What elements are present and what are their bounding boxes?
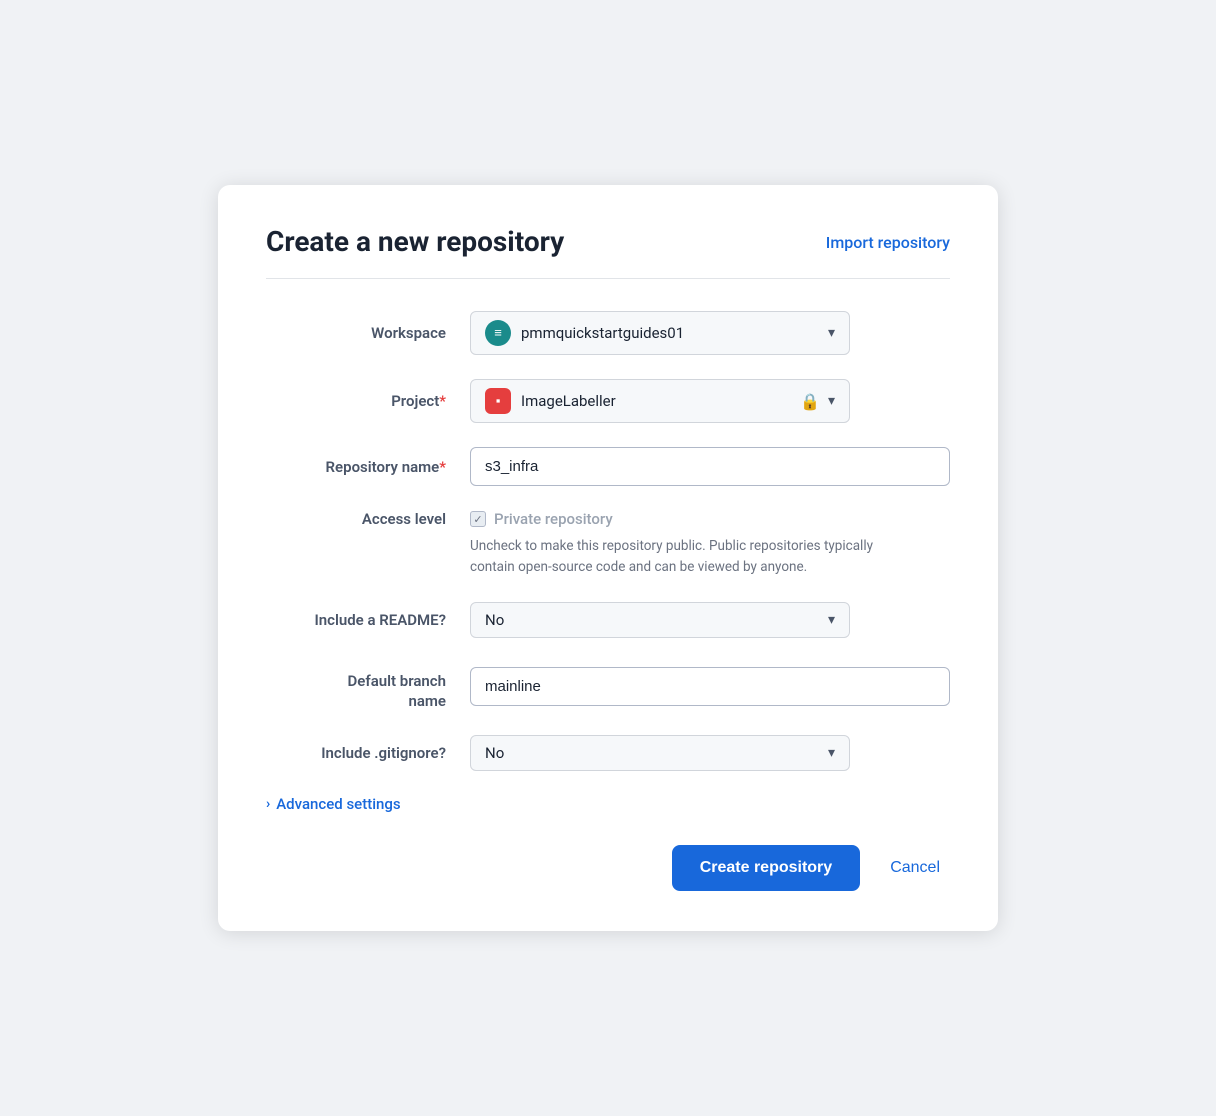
gitignore-chevron-icon: ▾ bbox=[828, 745, 835, 761]
readme-row: Include a README? No ▾ bbox=[266, 602, 950, 638]
gitignore-control: No ▾ bbox=[470, 735, 950, 771]
create-repository-modal: Create a new repository Import repositor… bbox=[218, 185, 998, 931]
repo-name-input[interactable] bbox=[470, 447, 950, 486]
readme-chevron-icon: ▾ bbox=[828, 612, 835, 628]
default-branch-input[interactable] bbox=[470, 667, 950, 706]
workspace-control: ≡ pmmquickstartguides01 ▾ bbox=[470, 311, 950, 355]
project-icon: ▪ bbox=[485, 388, 511, 414]
gitignore-row: Include .gitignore? No ▾ bbox=[266, 735, 950, 771]
gitignore-label: Include .gitignore? bbox=[266, 744, 446, 762]
project-chevron-icon: ▾ bbox=[828, 393, 835, 409]
gitignore-select[interactable]: No ▾ bbox=[470, 735, 850, 771]
gitignore-value: No bbox=[485, 744, 828, 762]
page-title: Create a new repository bbox=[266, 225, 564, 259]
project-row: Project* ▪ ImageLabeller 🔒 ▾ bbox=[266, 379, 950, 423]
private-checkbox-label: Private repository bbox=[494, 510, 613, 528]
repo-name-label: Repository name* bbox=[266, 458, 446, 476]
advanced-settings-link[interactable]: Advanced settings bbox=[276, 795, 400, 813]
project-required-star: * bbox=[439, 392, 446, 410]
private-checkbox[interactable]: ✓ bbox=[470, 511, 486, 527]
project-select[interactable]: ▪ ImageLabeller 🔒 ▾ bbox=[470, 379, 850, 423]
lock-icon: 🔒 bbox=[800, 392, 820, 411]
advanced-settings-row: › Advanced settings bbox=[266, 795, 950, 813]
advanced-chevron-icon: › bbox=[266, 796, 270, 812]
workspace-icon-symbol: ≡ bbox=[494, 325, 502, 341]
checkmark-icon: ✓ bbox=[473, 513, 482, 526]
private-checkbox-row: ✓ Private repository bbox=[470, 510, 950, 528]
header-divider bbox=[266, 278, 950, 279]
import-repository-link[interactable]: Import repository bbox=[826, 233, 950, 252]
workspace-label: Workspace bbox=[266, 324, 446, 342]
access-level-content: ✓ Private repository Uncheck to make thi… bbox=[470, 510, 950, 578]
workspace-select[interactable]: ≡ pmmquickstartguides01 ▾ bbox=[470, 311, 850, 355]
footer-row: Create repository Cancel bbox=[266, 845, 950, 891]
project-icon-symbol: ▪ bbox=[496, 393, 501, 409]
readme-value: No bbox=[485, 611, 828, 629]
readme-select[interactable]: No ▾ bbox=[470, 602, 850, 638]
project-label: Project* bbox=[266, 392, 446, 410]
project-value: ImageLabeller bbox=[521, 392, 800, 410]
default-branch-row: Default branch name bbox=[266, 662, 950, 711]
workspace-value: pmmquickstartguides01 bbox=[521, 324, 828, 342]
repo-name-control bbox=[470, 447, 950, 486]
workspace-icon: ≡ bbox=[485, 320, 511, 346]
cancel-button[interactable]: Cancel bbox=[880, 845, 950, 891]
readme-control: No ▾ bbox=[470, 602, 950, 638]
default-branch-label: Default branch name bbox=[266, 662, 446, 711]
workspace-chevron-icon: ▾ bbox=[828, 325, 835, 341]
access-level-label: Access level bbox=[266, 510, 446, 528]
access-level-row: Access level ✓ Private repository Unchec… bbox=[266, 510, 950, 578]
readme-label: Include a README? bbox=[266, 611, 446, 629]
access-description: Uncheck to make this repository public. … bbox=[470, 536, 890, 578]
project-control: ▪ ImageLabeller 🔒 ▾ bbox=[470, 379, 950, 423]
modal-header: Create a new repository Import repositor… bbox=[266, 225, 950, 259]
repo-name-required-star: * bbox=[439, 458, 446, 476]
repo-name-row: Repository name* bbox=[266, 447, 950, 486]
access-level-control: ✓ Private repository Uncheck to make thi… bbox=[470, 510, 950, 578]
default-branch-control bbox=[470, 667, 950, 706]
workspace-row: Workspace ≡ pmmquickstartguides01 ▾ bbox=[266, 311, 950, 355]
form-body: Workspace ≡ pmmquickstartguides01 ▾ Proj… bbox=[266, 311, 950, 891]
create-repository-button[interactable]: Create repository bbox=[672, 845, 861, 891]
